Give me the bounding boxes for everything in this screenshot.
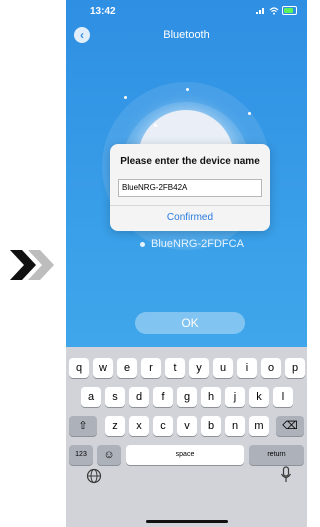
key-r[interactable]: r (141, 358, 161, 378)
emoji-icon: ☺ (103, 449, 115, 461)
device-bullet (140, 241, 145, 247)
key-j[interactable]: j (225, 387, 245, 407)
device-name-input[interactable]: BlueNRG-2FB42A (118, 179, 262, 197)
return-key[interactable]: return (249, 445, 304, 465)
key-p[interactable]: p (285, 358, 305, 378)
delete-icon: ⌫ (282, 420, 298, 432)
key-d[interactable]: d (129, 387, 149, 407)
key-a[interactable]: a (81, 387, 101, 407)
key-f[interactable]: f (153, 387, 173, 407)
key-v[interactable]: v (177, 416, 197, 436)
mic-icon[interactable] (280, 466, 292, 484)
home-indicator[interactable] (146, 520, 228, 523)
status-time: 13:42 (90, 6, 116, 17)
key-q[interactable]: q (69, 358, 89, 378)
key-x[interactable]: x (129, 416, 149, 436)
rename-dialog: Please enter the device name BlueNRG-2FB… (110, 144, 270, 231)
globe-icon[interactable] (86, 468, 102, 484)
signal-icon (256, 8, 264, 14)
dialog-title: Please enter the device name (120, 156, 260, 167)
key-n[interactable]: n (225, 416, 245, 436)
key-k[interactable]: k (249, 387, 269, 407)
space-key[interactable]: space (126, 445, 244, 465)
shift-icon: ⇧ (78, 420, 88, 432)
keyboard: q w e r t y u i o p a s d f g h j k l ⇧ … (66, 347, 307, 527)
wifi-icon (269, 6, 279, 15)
key-t[interactable]: t (165, 358, 185, 378)
key-e[interactable]: e (117, 358, 137, 378)
phone-screen: 13:42 ‹ Bluetooth BlueNRG-2FDFCA Please (66, 0, 307, 527)
key-c[interactable]: c (153, 416, 173, 436)
key-l[interactable]: l (273, 387, 293, 407)
status-bar: 13:42 (66, 0, 307, 22)
page-title: Bluetooth (163, 29, 210, 41)
sparkle (124, 96, 127, 99)
device-list-item[interactable]: BlueNRG-2FDFCA (140, 238, 244, 250)
key-i[interactable]: i (237, 358, 257, 378)
key-u[interactable]: u (213, 358, 233, 378)
status-icons (256, 6, 297, 15)
double-chevron-right-icon (10, 250, 54, 280)
dialog-divider (110, 205, 270, 206)
key-z[interactable]: z (105, 416, 125, 436)
sparkle (154, 124, 157, 127)
key-y[interactable]: y (189, 358, 209, 378)
key-w[interactable]: w (93, 358, 113, 378)
device-name: BlueNRG-2FDFCA (151, 238, 244, 250)
ok-button[interactable]: OK (135, 312, 245, 334)
confirm-button[interactable]: Confirmed (110, 212, 270, 223)
delete-key[interactable]: ⌫ (276, 416, 304, 436)
shift-key[interactable]: ⇧ (69, 416, 97, 436)
key-s[interactable]: s (105, 387, 125, 407)
key-h[interactable]: h (201, 387, 221, 407)
key-m[interactable]: m (249, 416, 269, 436)
sparkle (248, 112, 251, 115)
emoji-key[interactable]: ☺ (97, 445, 121, 465)
key-o[interactable]: o (261, 358, 281, 378)
key-b[interactable]: b (201, 416, 221, 436)
sparkle (186, 88, 189, 91)
battery-icon (282, 6, 297, 15)
numbers-key[interactable]: 123 (69, 445, 93, 465)
key-g[interactable]: g (177, 387, 197, 407)
